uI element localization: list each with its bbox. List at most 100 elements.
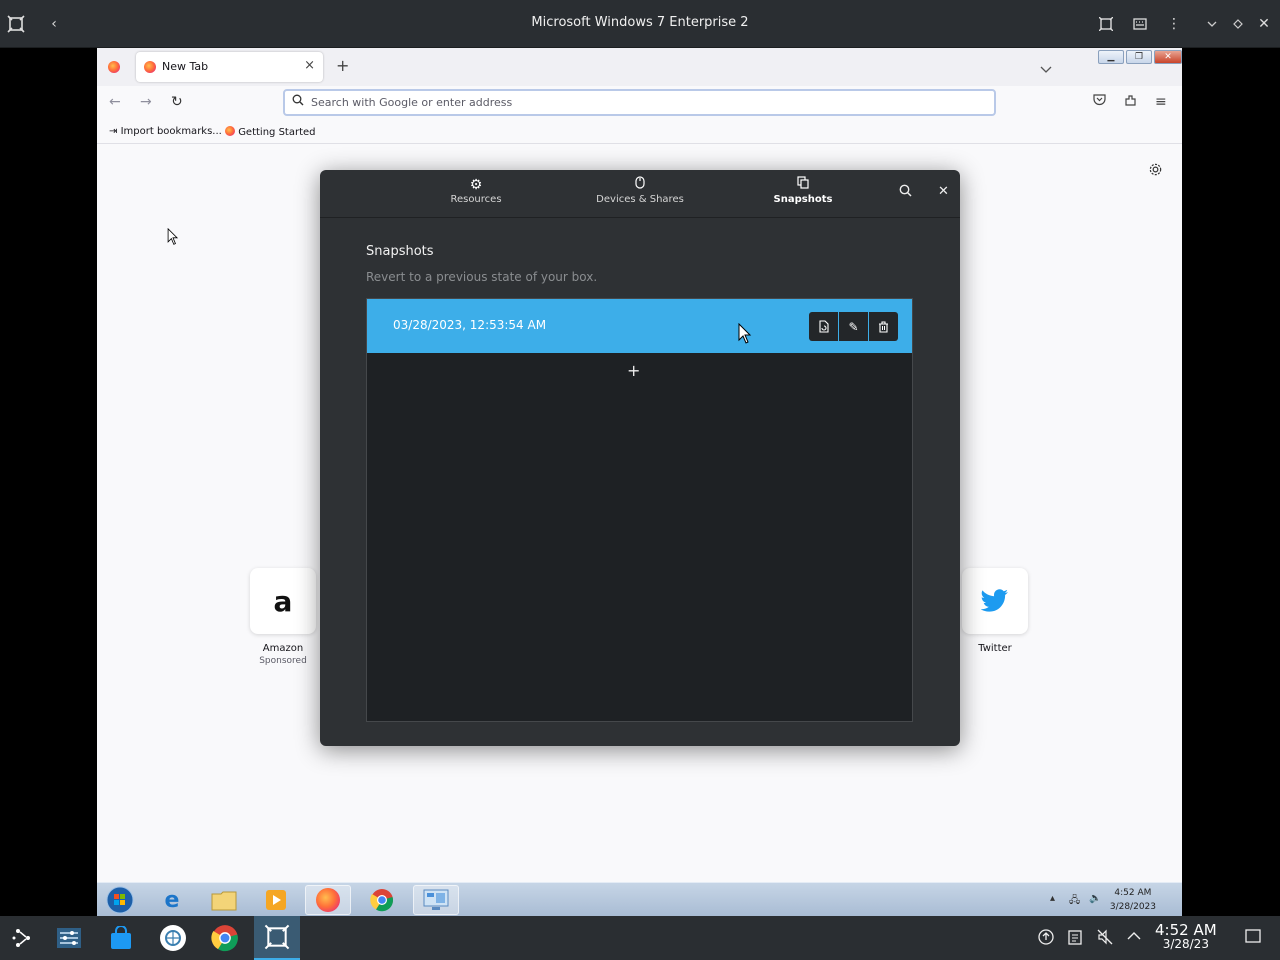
firefox-tab-bar: New Tab × + ▁ ❐ ✕ bbox=[97, 48, 1182, 86]
dialog-tab-bar: ⚙ Resources Devices & Shares Snapshots ✕ bbox=[320, 170, 960, 218]
host-clock[interactable]: 4:52 AM 3/28/23 bbox=[1155, 921, 1217, 952]
win-close-button[interactable]: ✕ bbox=[1154, 50, 1182, 64]
tab-label: New Tab bbox=[162, 60, 209, 73]
url-bar[interactable]: Search with Google or enter address bbox=[283, 89, 996, 116]
update-notifier-icon[interactable] bbox=[1038, 929, 1054, 949]
firefox-nav-bar: ← → ↻ Search with Google or enter addres… bbox=[97, 86, 1182, 120]
tab-label: Snapshots bbox=[773, 194, 833, 205]
application-launcher[interactable] bbox=[0, 916, 46, 960]
extensions-icon[interactable] bbox=[1124, 94, 1137, 111]
shortcut-twitter[interactable] bbox=[962, 568, 1028, 634]
taskbar-ie[interactable]: e bbox=[149, 885, 195, 915]
settings-gear-icon[interactable] bbox=[1148, 162, 1163, 181]
twitter-bird-icon bbox=[981, 589, 1008, 612]
gear-icon: ⚙ bbox=[469, 177, 483, 193]
clock-date: 3/28/23 bbox=[1162, 937, 1209, 951]
mouse-cursor-icon bbox=[738, 323, 752, 344]
search-icon[interactable] bbox=[899, 184, 912, 201]
launcher-icon bbox=[12, 929, 30, 947]
snapshot-row[interactable]: 03/28/2023, 12:53:54 AM ✎ bbox=[367, 299, 912, 353]
taskbar-media-player[interactable] bbox=[253, 885, 299, 915]
list-tabs-icon[interactable] bbox=[1040, 59, 1052, 78]
amazon-logo-icon: a bbox=[273, 584, 293, 618]
show-desktop-icon[interactable] bbox=[1245, 929, 1261, 947]
windows-clock[interactable]: 4:52 AM 3/28/2023 bbox=[1110, 886, 1156, 914]
taskbar-firefox[interactable] bbox=[305, 885, 351, 915]
snapshot-list: 03/28/2023, 12:53:54 AM ✎ + bbox=[366, 298, 913, 722]
app-circle-icon bbox=[160, 925, 186, 951]
network-icon[interactable]: 🖧 bbox=[1069, 893, 1080, 910]
new-tab-button[interactable]: + bbox=[336, 56, 349, 75]
taskbar-control-panel[interactable] bbox=[413, 885, 459, 915]
forward-arrow-icon[interactable]: → bbox=[140, 94, 152, 110]
win-restore-button[interactable]: ❐ bbox=[1126, 50, 1152, 64]
snapshot-date: 03/28/2023, 12:53:54 AM bbox=[393, 318, 547, 332]
tab-close-icon[interactable]: × bbox=[304, 58, 315, 73]
import-icon: ⇥ bbox=[109, 126, 118, 137]
show-hidden-icons[interactable]: ▴ bbox=[1050, 893, 1055, 904]
firefox-view-icon[interactable] bbox=[108, 61, 120, 73]
reload-icon[interactable]: ↻ bbox=[171, 94, 183, 110]
clock-time: 4:52 AM bbox=[1155, 921, 1217, 939]
tab-label: Resources bbox=[450, 194, 502, 205]
system-settings[interactable] bbox=[46, 916, 92, 960]
shortcut-amazon[interactable]: a bbox=[250, 568, 316, 634]
maximize-icon[interactable] bbox=[1226, 12, 1250, 36]
windows-orb-icon bbox=[106, 886, 134, 914]
close-icon[interactable]: ✕ bbox=[1252, 12, 1276, 36]
remote-desktop-icon bbox=[423, 889, 449, 910]
keyboard-icon[interactable] bbox=[1128, 12, 1152, 36]
bookmark-import[interactable]: ⇥ Import bookmarks... bbox=[109, 126, 222, 137]
win-minimize-button[interactable]: ▁ bbox=[1098, 50, 1124, 64]
section-heading: Snapshots bbox=[366, 244, 434, 259]
hamburger-menu-icon[interactable]: ≡ bbox=[1155, 94, 1167, 110]
fullscreen-icon[interactable] bbox=[1094, 12, 1118, 36]
tab-label: Devices & Shares bbox=[596, 194, 684, 205]
chrome-icon bbox=[370, 889, 394, 912]
chrome-launcher[interactable] bbox=[202, 916, 248, 960]
store-bag-icon bbox=[111, 926, 131, 949]
delete-snapshot-button[interactable] bbox=[869, 312, 898, 341]
window-title: Microsoft Windows 7 Enterprise 2 bbox=[531, 15, 749, 30]
windows-taskbar: e ▴ 🖧 🔈 4:52 AM 3/28/2023 bbox=[97, 882, 1182, 916]
taskbar-explorer[interactable] bbox=[201, 885, 247, 915]
clock-date: 3/28/2023 bbox=[1109, 902, 1156, 912]
folder-icon bbox=[211, 891, 237, 911]
search-icon bbox=[292, 94, 304, 109]
show-hidden-tray-icon[interactable] bbox=[1127, 929, 1141, 945]
discover-store[interactable] bbox=[98, 916, 144, 960]
tab-devices-shares[interactable]: Devices & Shares bbox=[570, 176, 710, 205]
tab-resources[interactable]: ⚙ Resources bbox=[406, 176, 546, 205]
vm-cursor-icon bbox=[167, 228, 179, 245]
tab-snapshots[interactable]: Snapshots bbox=[733, 176, 873, 205]
tab-new-tab[interactable]: New Tab × bbox=[136, 52, 323, 82]
settings-sliders-icon bbox=[57, 928, 81, 948]
add-snapshot-button[interactable]: + bbox=[627, 361, 640, 380]
window-controls: ▁ ❐ ✕ bbox=[1098, 50, 1182, 64]
volume-icon[interactable]: 🔈 bbox=[1089, 893, 1101, 904]
bookmark-getting-started[interactable]: Getting Started bbox=[225, 126, 316, 138]
trash-icon bbox=[879, 320, 888, 333]
pocket-icon[interactable] bbox=[1093, 94, 1106, 110]
bookmarks-toolbar: ⇥ Import bookmarks... Getting Started bbox=[97, 120, 1182, 144]
close-icon[interactable]: ✕ bbox=[938, 184, 949, 199]
back-arrow-icon[interactable]: ← bbox=[109, 94, 121, 110]
shortcut-sponsored: Sponsored bbox=[259, 656, 307, 666]
more-menu-icon[interactable]: ⋮ bbox=[1162, 12, 1186, 36]
revert-snapshot-button[interactable] bbox=[809, 312, 838, 341]
steam-like-app[interactable] bbox=[150, 916, 196, 960]
firefox-favicon-icon bbox=[225, 126, 235, 136]
clock-time: 4:52 AM bbox=[1114, 888, 1152, 898]
firefox-icon bbox=[316, 888, 340, 912]
document-revert-icon bbox=[818, 320, 829, 333]
audio-muted-icon[interactable] bbox=[1097, 929, 1113, 949]
bookmark-label: Import bookmarks... bbox=[120, 126, 222, 137]
rename-snapshot-button[interactable]: ✎ bbox=[839, 312, 868, 341]
start-button[interactable] bbox=[97, 885, 143, 915]
taskbar-chrome[interactable] bbox=[359, 885, 405, 915]
host-titlebar: ‹ Microsoft Windows 7 Enterprise 2 ⋮ ✕ bbox=[0, 0, 1280, 48]
host-taskbar: 4:52 AM 3/28/23 bbox=[0, 916, 1280, 960]
clipboard-icon[interactable] bbox=[1068, 929, 1082, 949]
minimize-icon[interactable] bbox=[1200, 12, 1224, 36]
boxes-task[interactable] bbox=[254, 916, 300, 960]
